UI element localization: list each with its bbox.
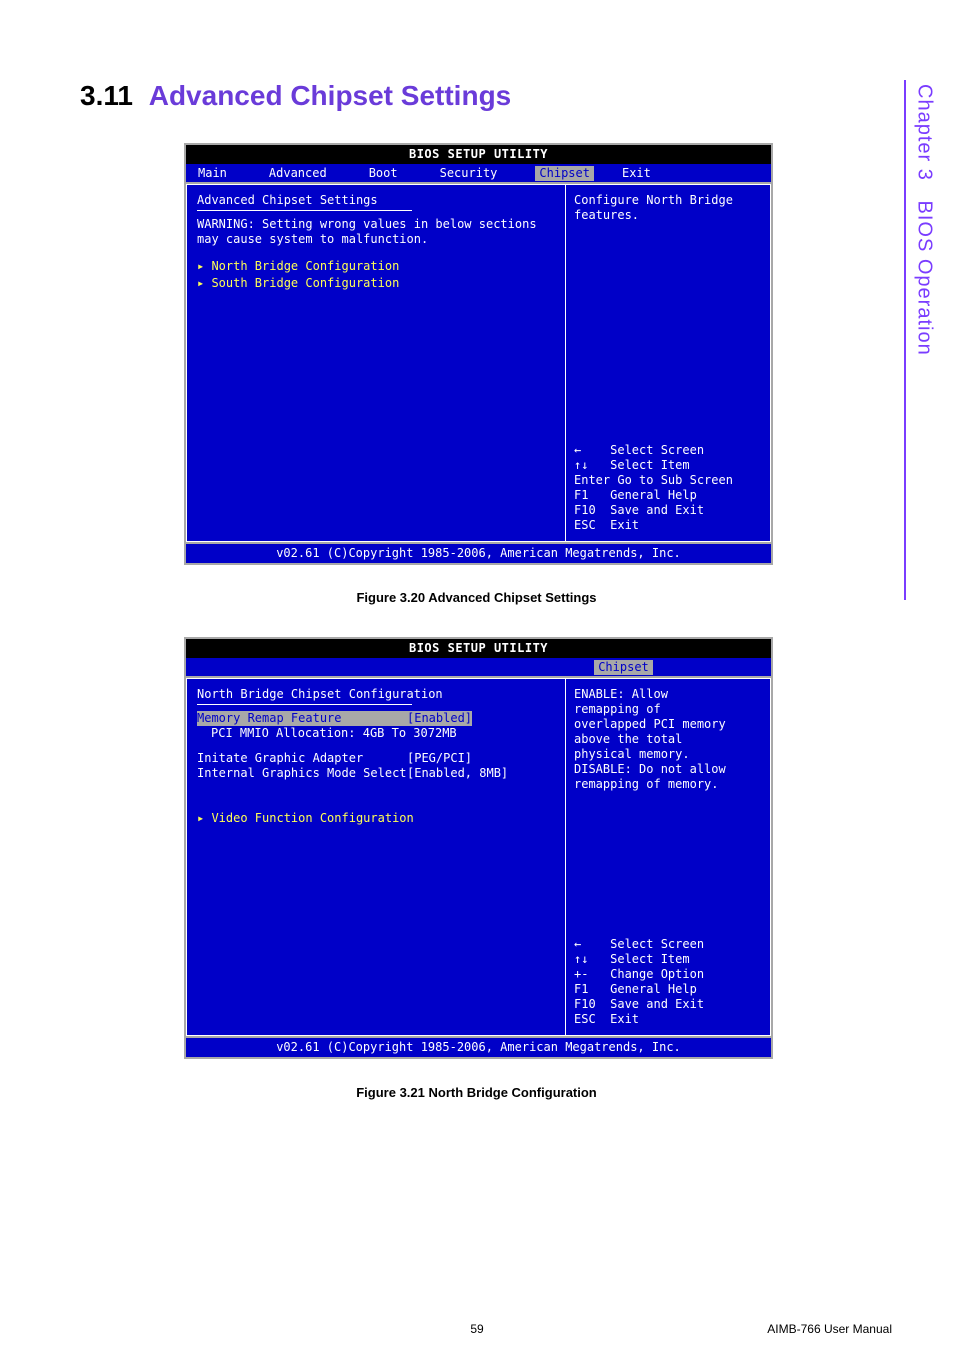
bios-right-panel: Configure North Bridge features. ← Selec… bbox=[566, 184, 771, 542]
menu-video-function[interactable]: ▸ Video Function Configuration bbox=[197, 811, 555, 826]
row-pci-mmio: PCI MMIO Allocation: 4GB To 3072MB bbox=[197, 726, 555, 741]
key-select-screen: ← Select Screen bbox=[574, 937, 762, 952]
tab-exit[interactable]: Exit bbox=[618, 166, 665, 181]
bios-screenshot-2: BIOS SETUP UTILITY Chipset North Bridge … bbox=[184, 637, 773, 1059]
tab-chipset[interactable]: Chipset bbox=[594, 660, 653, 675]
key-f1: F1 General Help bbox=[574, 982, 762, 997]
divider bbox=[197, 210, 412, 211]
help-text: Configure North Bridge features. bbox=[574, 193, 762, 223]
value-memory-remap: [Enabled] bbox=[407, 711, 472, 726]
label-graphic-adapter: Initate Graphic Adapter bbox=[197, 751, 407, 766]
row-internal-graphics[interactable]: Internal Graphics Mode Select [Enabled, … bbox=[197, 766, 555, 781]
bios-right-panel: ENABLE: Allow remapping of overlapped PC… bbox=[566, 678, 771, 1036]
section-title: Advanced Chipset Settings bbox=[149, 80, 512, 111]
bios-footer: v02.61 (C)Copyright 1985-2006, American … bbox=[186, 1036, 771, 1057]
section-heading: 3.11 Advanced Chipset Settings bbox=[80, 80, 511, 112]
bios-left-panel: North Bridge Chipset Configuration Memor… bbox=[186, 678, 566, 1036]
bios-footer: v02.61 (C)Copyright 1985-2006, American … bbox=[186, 542, 771, 563]
help-l8: remapping of memory. bbox=[574, 777, 762, 792]
key-f10: F10 Save and Exit bbox=[574, 503, 762, 518]
help-l2: remapping of bbox=[574, 702, 762, 717]
bios-body: North Bridge Chipset Configuration Memor… bbox=[186, 676, 771, 1036]
warning-line2: may cause system to malfunction. bbox=[197, 232, 555, 247]
bios-title: BIOS SETUP UTILITY bbox=[186, 639, 771, 658]
row-memory-remap[interactable]: Memory Remap Feature [Enabled] bbox=[197, 711, 555, 726]
key-select-item: ↑↓ Select Item bbox=[574, 952, 762, 967]
key-esc: ESC Exit bbox=[574, 518, 762, 533]
bios-body: Advanced Chipset Settings WARNING: Setti… bbox=[186, 182, 771, 542]
help-l7: DISABLE: Do not allow bbox=[574, 762, 762, 777]
key-f10: F10 Save and Exit bbox=[574, 997, 762, 1012]
bios-left-panel: Advanced Chipset Settings WARNING: Setti… bbox=[186, 184, 566, 542]
help-l1: ENABLE: Allow bbox=[574, 687, 762, 702]
divider bbox=[197, 704, 412, 705]
help-text: ENABLE: Allow remapping of overlapped PC… bbox=[574, 687, 762, 792]
warning-line1: WARNING: Setting wrong values in below s… bbox=[197, 217, 555, 232]
key-esc: ESC Exit bbox=[574, 1012, 762, 1027]
bios-tab-bar: Chipset bbox=[186, 658, 771, 676]
page-number: 59 bbox=[470, 1322, 483, 1336]
help-l3: overlapped PCI memory bbox=[574, 717, 762, 732]
tab-boot[interactable]: Boot bbox=[365, 166, 412, 181]
tab-advanced[interactable]: Advanced bbox=[265, 166, 341, 181]
chapter-tab-text: Chapter 3 BIOS Operation bbox=[913, 80, 936, 356]
key-change-option: +- Change Option bbox=[574, 967, 762, 982]
label-memory-remap: Memory Remap Feature bbox=[197, 711, 407, 726]
key-select-item: ↑↓ Select Item bbox=[574, 458, 762, 473]
chapter-number: Chapter 3 bbox=[914, 84, 936, 181]
key-enter: Enter Go to Sub Screen bbox=[574, 473, 762, 488]
key-f1: F1 General Help bbox=[574, 488, 762, 503]
figure-caption-2: Figure 3.21 North Bridge Configuration bbox=[184, 1085, 769, 1100]
menu-south-bridge[interactable]: ▸ South Bridge Configuration bbox=[197, 276, 555, 291]
tab-security[interactable]: Security bbox=[436, 166, 512, 181]
figure-caption-1: Figure 3.20 Advanced Chipset Settings bbox=[184, 590, 769, 605]
bios-screenshot-1: BIOS SETUP UTILITY Main Advanced Boot Se… bbox=[184, 143, 773, 565]
tab-main[interactable]: Main bbox=[194, 166, 241, 181]
key-legend: ← Select Screen ↑↓ Select Item Enter Go … bbox=[574, 443, 762, 533]
key-legend: ← Select Screen ↑↓ Select Item +- Change… bbox=[574, 937, 762, 1027]
bios-title: BIOS SETUP UTILITY bbox=[186, 145, 771, 164]
tab-chipset[interactable]: Chipset bbox=[535, 166, 594, 181]
panel-heading: North Bridge Chipset Configuration bbox=[197, 687, 555, 702]
help-l4: above the total bbox=[574, 732, 762, 747]
row-graphic-adapter[interactable]: Initate Graphic Adapter [PEG/PCI] bbox=[197, 751, 555, 766]
doc-title: AIMB-766 User Manual bbox=[767, 1322, 892, 1336]
value-internal-graphics: [Enabled, 8MB] bbox=[407, 766, 508, 781]
help-l5: physical memory. bbox=[574, 747, 762, 762]
section-number: 3.11 bbox=[80, 80, 133, 111]
label-internal-graphics: Internal Graphics Mode Select bbox=[197, 766, 407, 781]
chapter-tab: Chapter 3 BIOS Operation bbox=[904, 80, 942, 600]
value-graphic-adapter: [PEG/PCI] bbox=[407, 751, 472, 766]
chapter-title: BIOS Operation bbox=[914, 201, 936, 356]
bios-tab-bar: Main Advanced Boot Security Chipset Exit bbox=[186, 164, 771, 182]
key-select-screen: ← Select Screen bbox=[574, 443, 762, 458]
panel-heading: Advanced Chipset Settings bbox=[197, 193, 555, 208]
menu-north-bridge[interactable]: ▸ North Bridge Configuration bbox=[197, 259, 555, 274]
